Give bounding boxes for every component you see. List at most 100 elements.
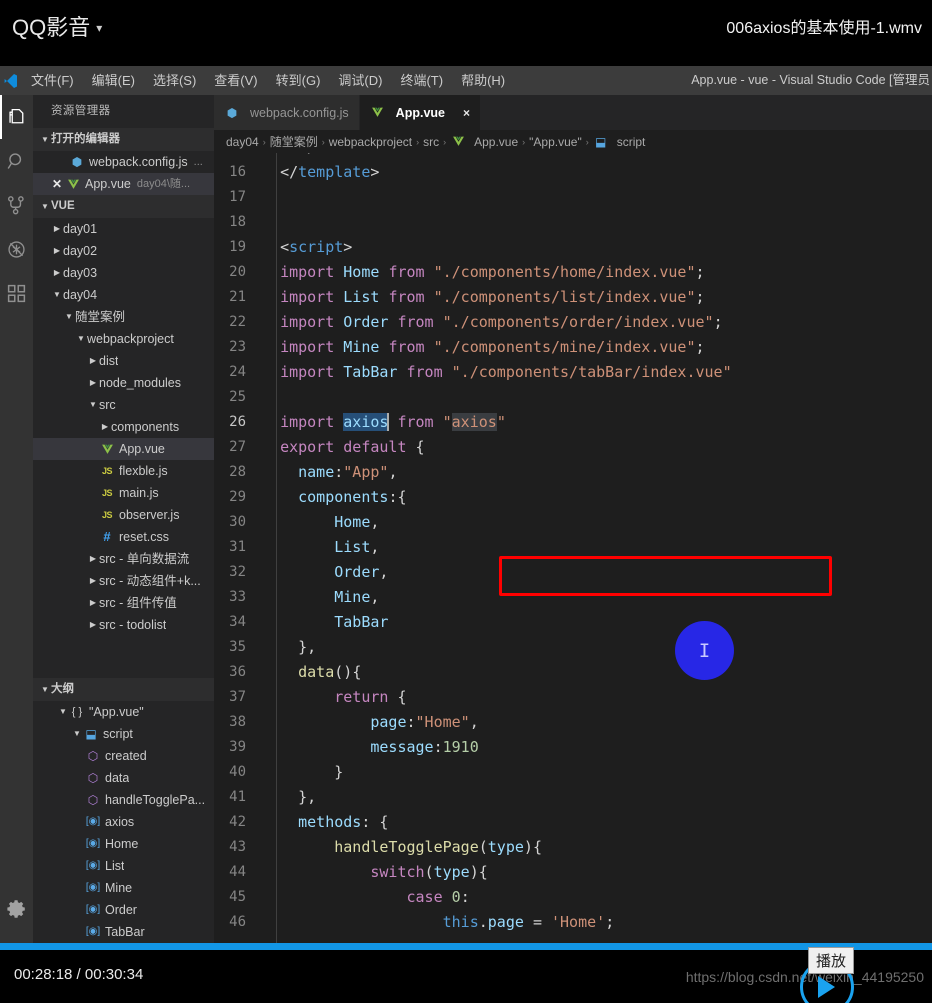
chevron-down-icon[interactable]: ▼ — [51, 284, 63, 306]
search-icon[interactable] — [0, 139, 33, 183]
section-outline[interactable]: ▼ 大纲 — [33, 678, 214, 701]
menu-item-file[interactable]: 文件(F) — [22, 66, 83, 95]
breadcrumb-item[interactable]: src — [423, 135, 439, 149]
code-line[interactable]: 24 import TabBar from "./components/tabB… — [214, 360, 932, 385]
chevron-down-icon[interactable]: ▼ — [75, 328, 87, 350]
close-icon[interactable]: ✕ — [49, 173, 65, 195]
tree-item[interactable]: ▼ 随堂案例 — [33, 306, 214, 328]
qq-player-brand[interactable]: QQ影音 ▾ — [12, 10, 102, 42]
code-line[interactable]: 40 } — [214, 760, 932, 785]
menu-item-select[interactable]: 选择(S) — [144, 66, 205, 95]
code-line[interactable]: 36 data(){ — [214, 660, 932, 685]
code-line[interactable]: 16 </template> — [214, 160, 932, 185]
chevron-right-icon[interactable]: ▶ — [87, 372, 99, 394]
breadcrumb-item[interactable]: day04 — [226, 135, 259, 149]
chevron-down-icon[interactable]: ▼ — [63, 306, 75, 328]
tree-item[interactable]: ▶ day03 — [33, 262, 214, 284]
chevron-right-icon[interactable]: ▶ — [99, 416, 111, 438]
outline-item[interactable]: [◉] Home — [33, 833, 214, 855]
code-line[interactable]: 35 }, — [214, 635, 932, 660]
menu-item-debug[interactable]: 调试(D) — [329, 66, 391, 95]
code-line[interactable]: 39 message:1910 — [214, 735, 932, 760]
chevron-right-icon[interactable]: ▶ — [87, 614, 99, 636]
close-icon[interactable]: × — [463, 106, 470, 120]
open-editor-item[interactable]: ⬢ webpack.config.js ... — [33, 151, 214, 173]
tree-item[interactable]: ▶ day01 — [33, 218, 214, 240]
code-line[interactable]: 46 this.page = 'Home'; — [214, 910, 932, 935]
extensions-icon[interactable] — [0, 271, 33, 315]
code-line[interactable]: 34 TabBar — [214, 610, 932, 635]
outline-item[interactable]: ▼ ⬓ script — [33, 723, 214, 745]
chevron-down-icon[interactable]: ▼ — [57, 701, 69, 723]
code-editor[interactable]: 15 </div>16 </template>171819 <script>20… — [214, 153, 932, 943]
code-line[interactable]: 42 methods: { — [214, 810, 932, 835]
tree-item[interactable]: App.vue — [33, 438, 214, 460]
tree-item[interactable]: ▶ node_modules — [33, 372, 214, 394]
tree-item[interactable]: ▼ day04 — [33, 284, 214, 306]
tree-item[interactable]: ▶ components — [33, 416, 214, 438]
tree-item[interactable]: # reset.css — [33, 526, 214, 548]
code-line[interactable]: 33 Mine, — [214, 585, 932, 610]
outline-item[interactable]: [◉] axios — [33, 811, 214, 833]
code-line[interactable]: 26 import axios from "axios" — [214, 410, 932, 435]
tree-item[interactable]: ▶ src - 组件传值 — [33, 592, 214, 614]
code-line[interactable]: 32 Order, — [214, 560, 932, 585]
outline-item[interactable]: [◉] TabBar — [33, 921, 214, 943]
outline-item[interactable]: ⬡ data — [33, 767, 214, 789]
tree-item[interactable]: JS observer.js — [33, 504, 214, 526]
video-progress-bar[interactable] — [0, 943, 932, 950]
section-project[interactable]: ▼ VUE — [33, 195, 214, 218]
chevron-down-icon[interactable]: ▼ — [87, 394, 99, 416]
code-line[interactable]: 19 <script> — [214, 235, 932, 260]
tab-webpack-config[interactable]: ⬢ webpack.config.js — [214, 95, 360, 130]
source-control-icon[interactable] — [0, 183, 33, 227]
code-line[interactable]: 21 import List from "./components/list/i… — [214, 285, 932, 310]
menu-item-go[interactable]: 转到(G) — [267, 66, 330, 95]
code-line[interactable]: 27 export default { — [214, 435, 932, 460]
code-line[interactable]: 28 name:"App", — [214, 460, 932, 485]
code-line[interactable]: 20 import Home from "./components/home/i… — [214, 260, 932, 285]
code-line[interactable]: 29 components:{ — [214, 485, 932, 510]
code-line[interactable]: 41 }, — [214, 785, 932, 810]
tree-item[interactable]: JS flexble.js — [33, 460, 214, 482]
tree-item[interactable]: ▶ day02 — [33, 240, 214, 262]
code-line[interactable]: 37 return { — [214, 685, 932, 710]
chevron-right-icon[interactable]: ▶ — [87, 570, 99, 592]
outline-item[interactable]: ⬡ handleTogglePa... — [33, 789, 214, 811]
breadcrumb-item[interactable]: 随堂案例 — [270, 133, 318, 150]
breadcrumb-item[interactable]: App.vue — [474, 135, 518, 149]
outline-item[interactable]: ▼{ } "App.vue" — [33, 701, 214, 723]
settings-gear-icon[interactable] — [0, 887, 33, 931]
chevron-down-icon[interactable]: ▾ — [96, 21, 102, 35]
outline-item[interactable]: ⬡ created — [33, 745, 214, 767]
code-line[interactable]: 25 — [214, 385, 932, 410]
breadcrumb-item[interactable]: "App.vue" — [529, 135, 582, 149]
code-line[interactable]: 43 handleTogglePage(type){ — [214, 835, 932, 860]
section-open-editors[interactable]: ▼ 打开的编辑器 — [33, 128, 214, 151]
menu-item-edit[interactable]: 编辑(E) — [83, 66, 144, 95]
chevron-right-icon[interactable]: ▶ — [87, 592, 99, 614]
menu-item-terminal[interactable]: 终端(T) — [391, 66, 452, 95]
tree-item[interactable]: ▼ src — [33, 394, 214, 416]
menu-item-view[interactable]: 查看(V) — [205, 66, 266, 95]
chevron-right-icon[interactable]: ▶ — [51, 218, 63, 240]
explorer-icon[interactable] — [0, 95, 33, 139]
code-line[interactable]: 15 </div> — [214, 153, 932, 160]
chevron-right-icon[interactable]: ▶ — [87, 350, 99, 372]
code-line[interactable]: 38 page:"Home", — [214, 710, 932, 735]
code-line[interactable]: 45 case 0: — [214, 885, 932, 910]
chevron-right-icon[interactable]: ▶ — [87, 548, 99, 570]
code-line[interactable]: 30 Home, — [214, 510, 932, 535]
menu-item-help[interactable]: 帮助(H) — [452, 66, 514, 95]
code-line[interactable]: 44 switch(type){ — [214, 860, 932, 885]
tab-app-vue[interactable]: App.vue × — [359, 95, 481, 130]
breadcrumb-item[interactable]: webpackproject — [329, 135, 412, 149]
tree-item[interactable]: ▶ dist — [33, 350, 214, 372]
chevron-right-icon[interactable]: ▶ — [51, 240, 63, 262]
code-line[interactable]: 18 — [214, 210, 932, 235]
outline-item[interactable]: [◉] Order — [33, 899, 214, 921]
outline-item[interactable]: [◉] Mine — [33, 877, 214, 899]
breadcrumb-item[interactable]: script — [617, 135, 646, 149]
code-line[interactable]: 31 List, — [214, 535, 932, 560]
tree-item[interactable]: ▶ src - 动态组件+k... — [33, 570, 214, 592]
